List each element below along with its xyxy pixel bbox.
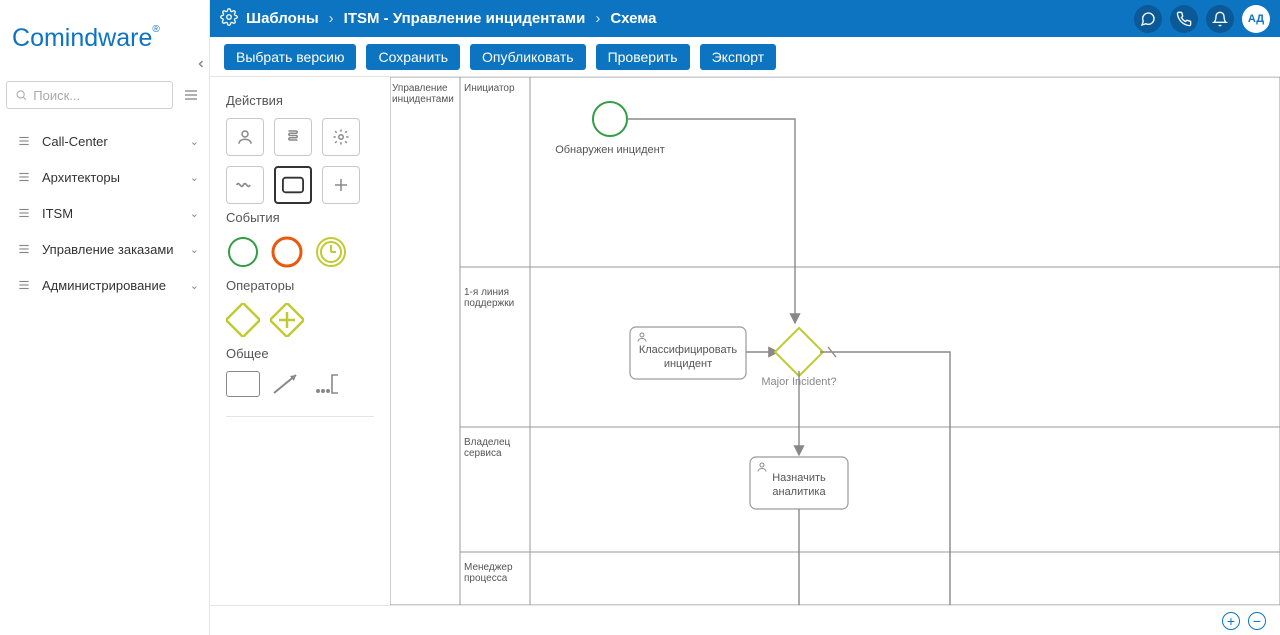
list-icon [14, 170, 34, 184]
palette-divider [226, 416, 374, 417]
service-task-icon[interactable] [322, 118, 360, 156]
diagram-canvas[interactable]: Управление инцидентами Инициатор 1-я лин… [390, 77, 1280, 605]
shape-palette: Действия События Операторы Общее [210, 77, 390, 605]
logo[interactable]: Comindware® [12, 24, 160, 53]
collapse-panel-icon[interactable] [195, 58, 207, 73]
publish-button[interactable]: Опубликовать [470, 44, 586, 70]
choose-version-button[interactable]: Выбрать версию [224, 44, 356, 70]
search-input[interactable] [33, 88, 164, 103]
sidebar-item-admin[interactable]: Администрирование ⌄ [0, 267, 209, 303]
chat-icon[interactable] [1134, 5, 1162, 33]
nav-label: Управление заказами [42, 242, 190, 257]
pool-lane-icon[interactable] [226, 371, 260, 397]
action-toolbar: Выбрать версию Сохранить Опубликовать Пр… [210, 37, 1280, 77]
search-row [0, 77, 209, 113]
palette-row-actions [226, 118, 374, 204]
user-task-icon[interactable] [226, 118, 264, 156]
left-navigation: Comindware® Call-Center ⌄ Архитекторы ⌄ … [0, 0, 210, 635]
end-event-icon[interactable] [270, 235, 304, 272]
lane-support-title: 1-я линия поддержки [464, 287, 526, 309]
logo-row: Comindware® [0, 0, 209, 77]
list-icon [14, 242, 34, 256]
sequence-flow-icon[interactable] [270, 371, 304, 400]
palette-row-events [226, 235, 374, 272]
chevron-right-icon: › [329, 10, 334, 27]
palette-section-operators-title: Операторы [226, 278, 374, 293]
palette-section-events-title: События [226, 210, 374, 225]
phone-icon[interactable] [1170, 5, 1198, 33]
avatar[interactable]: АД [1242, 5, 1270, 33]
zoom-in-button[interactable]: + [1222, 612, 1240, 630]
gateway-parallel-icon[interactable] [270, 303, 304, 340]
sidebar-item-architects[interactable]: Архитекторы ⌄ [0, 159, 209, 195]
chevron-right-icon: › [595, 10, 600, 27]
palette-section-general-title: Общее [226, 346, 374, 361]
save-button[interactable]: Сохранить [366, 44, 460, 70]
breadcrumb-schema[interactable]: Схема [610, 10, 656, 27]
chevron-down-icon: ⌄ [190, 279, 199, 292]
timer-event-icon[interactable] [314, 235, 348, 272]
menu-hamburger-icon[interactable] [179, 83, 203, 107]
assign-task-label-l1: Назначить [772, 472, 826, 484]
settings-gear-icon[interactable] [220, 8, 238, 29]
subprocess-icon[interactable] [322, 166, 360, 204]
lane-owner-title: Владелец сервиса [464, 437, 526, 459]
classify-task-label-l2: инцидент [664, 358, 712, 370]
nav-list: Call-Center ⌄ Архитекторы ⌄ ITSM ⌄ Управ… [0, 113, 209, 303]
gateway-node[interactable] [775, 328, 823, 376]
zoom-bar: + − [210, 605, 1280, 635]
annotation-icon[interactable] [314, 371, 344, 400]
sidebar-item-call-center[interactable]: Call-Center ⌄ [0, 123, 209, 159]
list-icon [14, 278, 34, 292]
top-right-icons: АД [1134, 5, 1270, 33]
gateway-exclusive-icon[interactable] [226, 303, 260, 340]
start-event-label: Обнаружен инцидент [555, 144, 665, 156]
lane-manager-title: Менеджер процесса [464, 562, 526, 584]
assign-task-label-l2: аналитика [772, 486, 826, 498]
palette-row-general [226, 371, 374, 400]
classify-task-label-l1: Классифицировать [639, 344, 738, 356]
bell-icon[interactable] [1206, 5, 1234, 33]
sidebar-item-orders[interactable]: Управление заказами ⌄ [0, 231, 209, 267]
zoom-out-button[interactable]: − [1248, 612, 1266, 630]
script-task-icon[interactable] [274, 118, 312, 156]
search-icon [15, 88, 27, 102]
palette-section-actions-title: Действия [226, 93, 374, 108]
breadcrumb-itsm[interactable]: ITSM - Управление инцидентами [344, 10, 586, 27]
search-input-wrap[interactable] [6, 81, 173, 109]
nav-label: Call-Center [42, 134, 190, 149]
list-icon [14, 134, 34, 148]
chevron-down-icon: ⌄ [190, 135, 199, 148]
sidebar-item-itsm[interactable]: ITSM ⌄ [0, 195, 209, 231]
start-event-icon[interactable] [226, 235, 260, 272]
palette-row-operators [226, 303, 374, 340]
list-icon [14, 206, 34, 220]
chevron-down-icon: ⌄ [190, 207, 199, 220]
breadcrumb-templates[interactable]: Шаблоны [246, 10, 319, 27]
lane-initiator-title: Инициатор [464, 83, 526, 94]
start-event-node[interactable] [593, 102, 627, 136]
breadcrumb: Шаблоны › ITSM - Управление инцидентами … [246, 10, 657, 27]
nav-label: ITSM [42, 206, 190, 221]
generic-task-icon[interactable] [274, 166, 312, 204]
nav-label: Администрирование [42, 278, 190, 293]
chevron-down-icon: ⌄ [190, 171, 199, 184]
pool-title: Управление инцидентами [392, 83, 458, 105]
export-button[interactable]: Экспорт [700, 44, 777, 70]
check-button[interactable]: Проверить [596, 44, 690, 70]
top-toolbar: Шаблоны › ITSM - Управление инцидентами … [210, 0, 1280, 37]
wave-task-icon[interactable] [226, 166, 264, 204]
chevron-down-icon: ⌄ [190, 243, 199, 256]
nav-label: Архитекторы [42, 170, 190, 185]
